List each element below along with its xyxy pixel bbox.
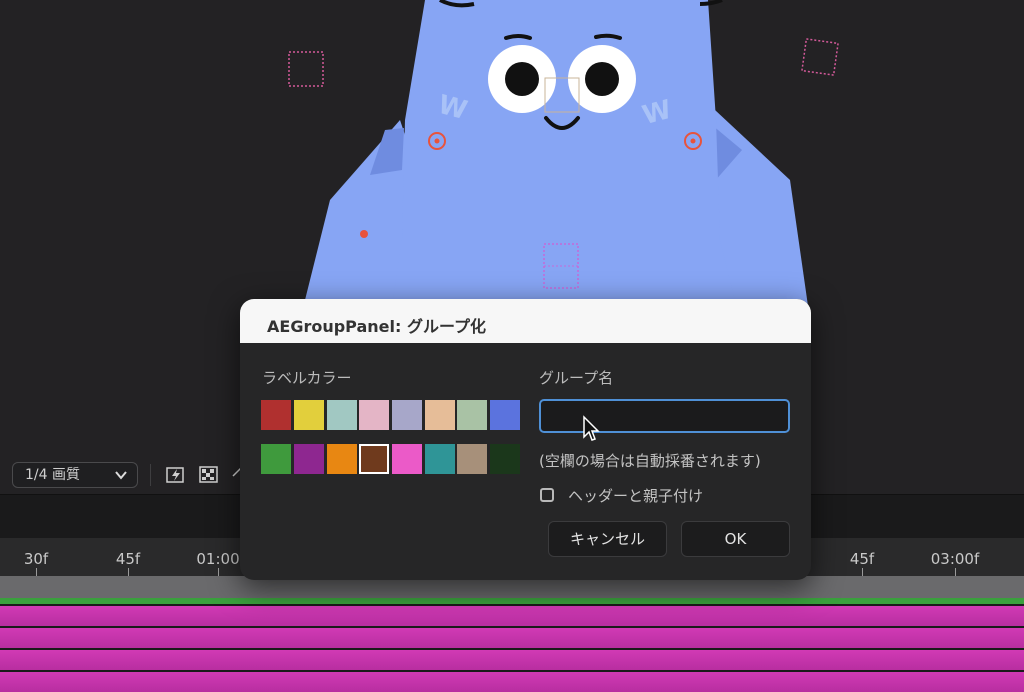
group-name-input[interactable]	[539, 399, 790, 433]
chevron-down-icon	[115, 471, 127, 480]
color-swatch-selected[interactable]	[359, 444, 389, 474]
color-swatch[interactable]	[457, 400, 487, 430]
time-tick	[955, 568, 956, 576]
dialog-title: AEGroupPanel: グループ化	[267, 317, 487, 336]
time-tick	[862, 568, 863, 576]
dialog-titlebar[interactable]: AEGroupPanel: グループ化	[240, 299, 811, 343]
time-tick-label: 30f	[23, 550, 49, 568]
time-tick	[36, 568, 37, 576]
color-swatch[interactable]	[425, 400, 455, 430]
color-swatch[interactable]	[294, 400, 324, 430]
group-dialog: AEGroupPanel: グループ化 ラベルカラー グループ名 (空欄の場合は…	[240, 299, 811, 580]
time-tick-label: 03:00f	[930, 550, 980, 568]
time-tick-label: 45f	[849, 550, 875, 568]
color-swatch[interactable]	[457, 444, 487, 474]
color-swatch[interactable]	[294, 444, 324, 474]
parent-checkbox-label[interactable]: ヘッダーと親子付け	[568, 485, 703, 506]
color-swatch[interactable]	[261, 400, 291, 430]
time-tick-label: 45f	[115, 550, 141, 568]
color-swatch[interactable]	[490, 444, 520, 474]
parent-checkbox[interactable]	[540, 488, 554, 502]
layer-track[interactable]	[0, 670, 1024, 692]
transparency-grid-icon[interactable]	[199, 466, 219, 484]
color-swatch[interactable]	[327, 444, 357, 474]
time-tick	[128, 568, 129, 576]
color-swatch[interactable]	[392, 444, 422, 474]
color-swatch[interactable]	[490, 400, 520, 430]
layer-track[interactable]	[0, 626, 1024, 648]
fast-preview-icon[interactable]	[166, 466, 186, 484]
group-name-heading: グループ名	[539, 369, 614, 387]
layer-track[interactable]	[0, 604, 1024, 626]
layer-track[interactable]	[0, 648, 1024, 670]
color-swatch[interactable]	[327, 400, 357, 430]
time-tick-label: 01:00	[196, 550, 240, 568]
ok-button[interactable]: OK	[681, 521, 790, 557]
group-name-hint: (空欄の場合は自動採番されます)	[539, 452, 761, 470]
label-color-heading: ラベルカラー	[262, 369, 352, 387]
color-swatch[interactable]	[359, 400, 389, 430]
color-swatch[interactable]	[392, 400, 422, 430]
cancel-button[interactable]: キャンセル	[548, 521, 667, 557]
color-swatch[interactable]	[261, 444, 291, 474]
resolution-select-value: 1/4 画質	[25, 467, 80, 483]
time-tick	[218, 568, 219, 576]
resolution-select[interactable]: 1/4 画質	[12, 462, 138, 488]
mouse-cursor-icon	[583, 415, 600, 441]
color-swatch[interactable]	[425, 444, 455, 474]
toolbar-divider	[150, 464, 151, 486]
